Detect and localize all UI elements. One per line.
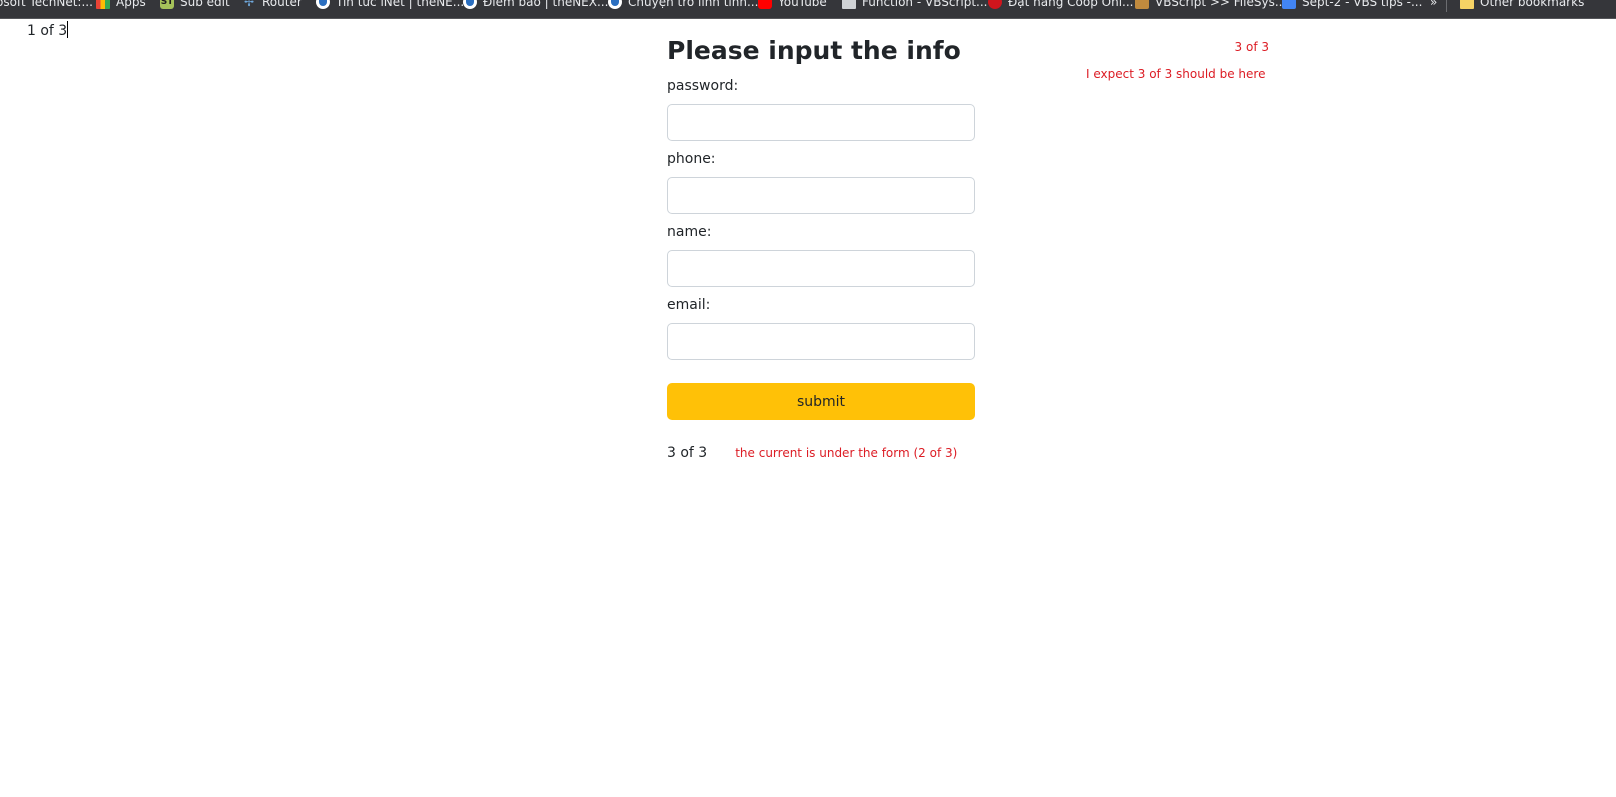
bookmark-diem-bao[interactable]: Điểm báo | theNEX... [463,0,608,11]
form-title: Please input the info [667,36,961,65]
bookmark-label: osoft TechNet:... [0,0,93,9]
bookmark-label: Router [262,0,302,9]
bookmark-label: Điểm báo | theNEX... [483,0,609,9]
left-counter: 1 of 3 [27,21,69,39]
bookmark-vbscript-filesys[interactable]: VBScript >> FileSys... [1135,0,1286,11]
bookmark-label: Chuyện trò linh tinh... [628,0,759,9]
bottom-annotation: the current is under the form (2 of 3) [735,446,958,460]
bookmark-label: YouTube [778,0,827,9]
bookmark-label: Sept-2 - VBS tips -... [1302,0,1423,9]
bookmark-coop[interactable]: Đặt hàng Coop Onl... [988,0,1134,11]
bookmark-chuyen-tro[interactable]: Chuyện trò linh tinh... [608,0,758,11]
apps-grid-icon [96,0,110,9]
more-bookmarks-button[interactable]: » [1430,0,1437,11]
bookmark-apps[interactable]: Apps [96,0,146,11]
bottom-counter: 3 of 3 [667,445,708,461]
router-icon: ✢ [243,0,255,9]
bookmark-label: Apps [116,0,146,9]
bookmark-youtube[interactable]: YouTube [758,0,827,11]
chevron-double-right-icon: » [1430,0,1438,9]
bookmark-function-vbscript[interactable]: Function - VBScript... [842,0,987,11]
coop-icon [988,0,1002,9]
bookmark-sub-edit[interactable]: ST Sub edit [160,0,230,11]
bookmark-technet[interactable]: osoft TechNet:... [0,0,93,11]
bookmark-tin-tuc[interactable]: Tin tức iNet | theNE... [316,0,464,11]
email-label: email: [667,297,711,313]
bookmark-label: Tin tức iNet | theNE... [336,0,465,9]
submit-button[interactable]: submit [667,383,975,420]
bookmarks-bar: osoft TechNet:... Apps ST Sub edit ✢ Rou… [0,0,1616,19]
left-counter-text: 1 of 3 [27,23,68,39]
bookmark-label: Function - VBScript... [862,0,988,9]
youtube-icon [758,0,772,9]
bookmark-label: Đặt hàng Coop Onl... [1008,0,1134,9]
password-input[interactable] [667,104,975,141]
text-cursor [67,21,69,38]
other-bookmarks-button[interactable]: Other bookmarks [1460,0,1584,11]
right-annotation: I expect 3 of 3 should be here [1086,67,1266,81]
shield-icon [608,0,622,9]
bookmark-router[interactable]: ✢ Router [242,0,302,11]
name-input[interactable] [667,250,975,287]
name-label: name: [667,224,712,240]
bookmark-label: VBScript >> FileSys... [1155,0,1287,9]
google-docs-icon [1282,0,1296,9]
password-label: password: [667,78,739,94]
vbscript-icon [1135,0,1149,9]
bookmark-sept-2[interactable]: Sept-2 - VBS tips -... [1282,0,1422,11]
info-form: Please input the info password: phone: n… [667,33,975,461]
bookmarks-divider [1446,0,1447,12]
document-icon [842,0,856,9]
shield-icon [463,0,477,9]
right-counter: 3 of 3 [1234,40,1269,54]
bottom-row: 3 of 3 the current is under the form (2 … [667,445,975,461]
phone-label: phone: [667,151,716,167]
email-input[interactable] [667,323,975,360]
phone-input[interactable] [667,177,975,214]
shield-icon [316,0,330,9]
sub-edit-icon: ST [160,0,174,9]
bookmark-label: Sub edit [180,0,230,9]
folder-icon [1460,0,1474,9]
bookmark-label: Other bookmarks [1480,0,1585,9]
